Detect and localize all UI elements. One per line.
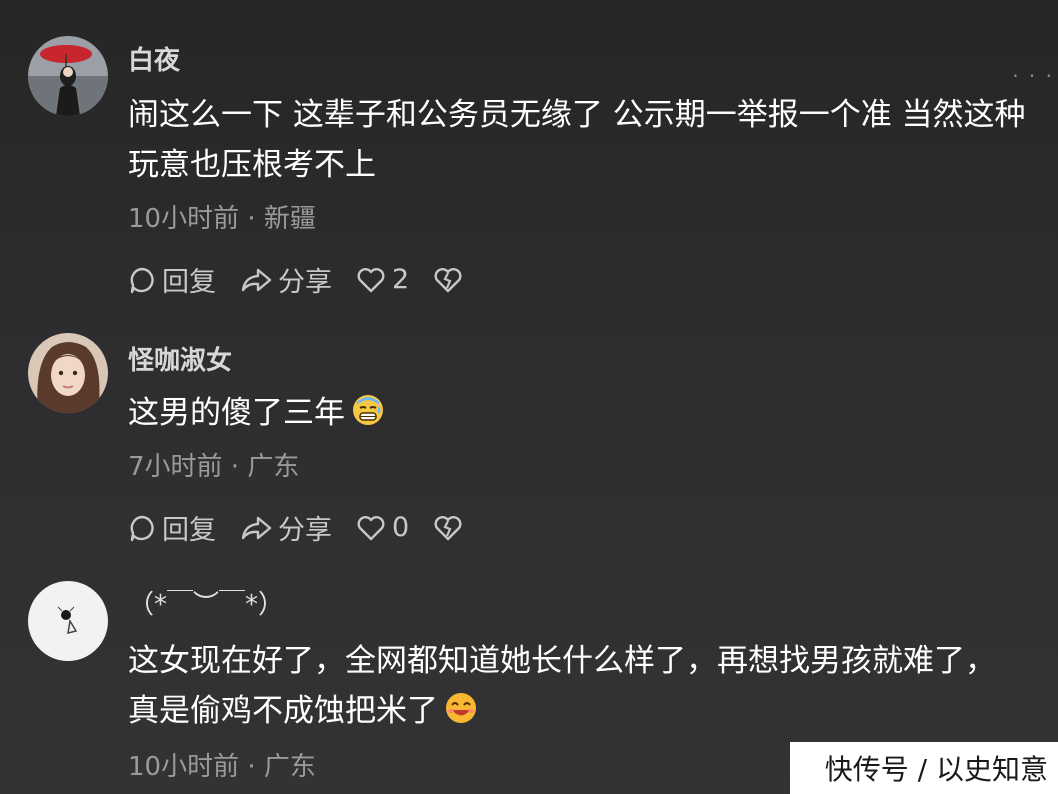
- reply-bubble-icon: [128, 514, 156, 542]
- reply-label: 回复: [162, 267, 216, 298]
- comment-text: 闹这么一下 这辈子和公务员无缘了 公示期一举报一个准 当然这种玩意也压根考不上: [128, 97, 1026, 183]
- share-label: 分享: [278, 515, 332, 546]
- comment-text: 这女现在好了，全网都知道她长什么样了，再想找男孩就难了，真是偷鸡不成蚀把米了: [128, 643, 996, 729]
- comment-actions: 回复 分享 0: [128, 508, 487, 547]
- grinning-blush-emoji: [444, 690, 478, 740]
- reply-bubble-icon: [128, 266, 156, 294]
- comment-meta: 7小时前 · 广东: [128, 452, 300, 482]
- like-count: 0: [392, 512, 410, 543]
- username[interactable]: 怪咖淑女: [128, 340, 232, 377]
- comment-actions: 回复 分享 2: [128, 260, 487, 299]
- reply-button[interactable]: 回复: [128, 260, 216, 299]
- reply-label: 回复: [162, 515, 216, 546]
- comment-text-row: 这女现在好了，全网都知道她长什么样了，再想找男孩就难了，真是偷鸡不成蚀把米了: [128, 636, 1018, 740]
- heart-icon: [356, 514, 386, 542]
- heart-icon: [356, 266, 386, 294]
- avatar[interactable]: [28, 581, 108, 661]
- comment-meta: 10小时前 · 新疆: [128, 204, 316, 234]
- broken-heart-icon: [433, 266, 463, 294]
- share-arrow-icon: [240, 514, 272, 542]
- like-button[interactable]: 0: [356, 512, 409, 543]
- avatar[interactable]: [28, 333, 108, 413]
- share-button[interactable]: 分享: [240, 260, 332, 299]
- anxious-sweat-emoji: [351, 392, 385, 442]
- like-button[interactable]: 2: [356, 264, 409, 295]
- previous-content-fragment: [196, 0, 396, 4]
- broken-heart-icon: [433, 514, 463, 542]
- username[interactable]: （*￣︶￣*）: [128, 584, 284, 621]
- avatar[interactable]: [28, 36, 108, 116]
- reply-button[interactable]: 回复: [128, 508, 216, 547]
- username[interactable]: 白夜: [128, 40, 180, 77]
- like-count: 2: [392, 264, 410, 295]
- share-arrow-icon: [240, 266, 272, 294]
- share-button[interactable]: 分享: [240, 508, 332, 547]
- comment-text: 这男的傻了三年: [128, 395, 345, 431]
- more-dots-icon[interactable]: · · ·: [1012, 66, 1054, 86]
- dislike-button[interactable]: [433, 266, 463, 294]
- comment-text-row: 这男的傻了三年: [128, 388, 1038, 442]
- comment-meta: 10小时前 · 广东: [128, 752, 316, 782]
- share-label: 分享: [278, 267, 332, 298]
- dislike-button[interactable]: [433, 514, 463, 542]
- watermark: 快传号 / 以史知意: [824, 753, 1048, 786]
